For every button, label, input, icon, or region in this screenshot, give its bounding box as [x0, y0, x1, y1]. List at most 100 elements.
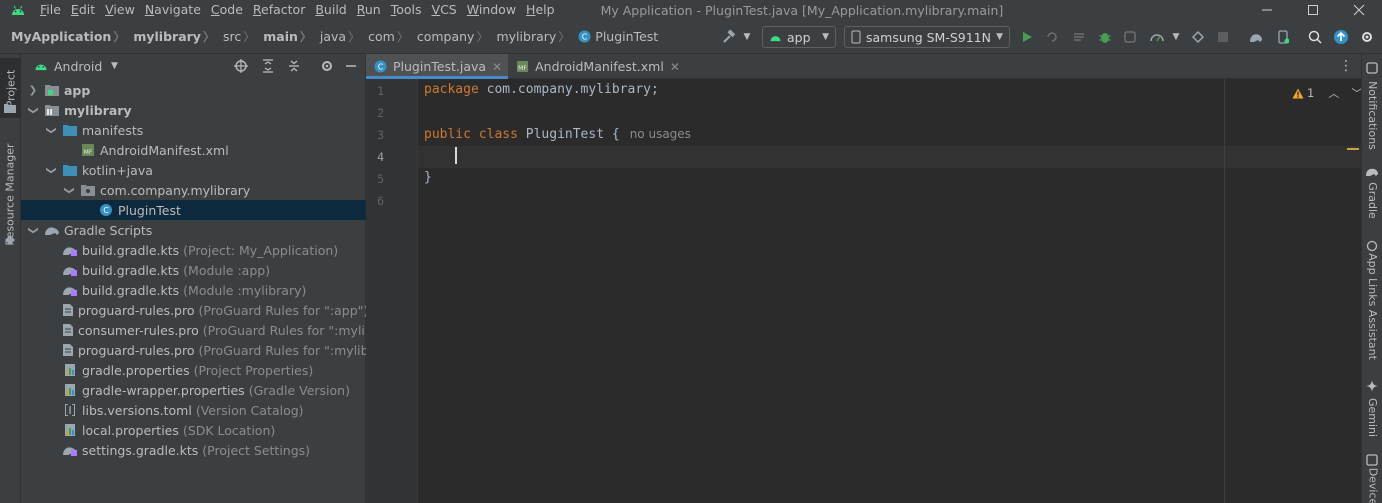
- tree-node-toml-file[interactable]: libs.versions.toml (Version Catalog): [21, 400, 366, 420]
- tree-node-mylibrary[interactable]: ❯ mylibrary: [21, 100, 366, 120]
- menu-edit[interactable]: Edit: [67, 0, 99, 20]
- close-tab-icon[interactable]: ✕: [492, 60, 502, 74]
- tool-tab-gemini-label: Gemini: [1366, 397, 1379, 437]
- tree-node-properties-file[interactable]: local.properties (SDK Location): [21, 420, 366, 440]
- tree-node-gradle-file[interactable]: build.gradle.kts (Module :mylibrary): [21, 280, 366, 300]
- tree-node-label: app: [64, 82, 91, 98]
- editor-tab-menu-icon[interactable]: ⋮: [1339, 58, 1353, 74]
- tab-label: AndroidManifest.xml: [535, 59, 664, 74]
- update-icon[interactable]: [1331, 27, 1351, 47]
- device-select[interactable]: samsung SM-S911N ▼: [844, 26, 1010, 48]
- svg-text:C: C: [378, 63, 384, 72]
- run-icon[interactable]: [1017, 27, 1037, 47]
- gemini-sparkle-icon[interactable]: [1366, 380, 1378, 395]
- tree-node-proguard-file[interactable]: proguard-rules.pro (ProGuard Rules for "…: [21, 300, 368, 320]
- tree-node-app[interactable]: ❯ app: [21, 80, 366, 100]
- debug-icon[interactable]: [1095, 27, 1115, 47]
- project-view-selector[interactable]: Android: [54, 59, 102, 74]
- tool-tab-gradle[interactable]: Gradle: [1362, 178, 1382, 222]
- close-tab-icon[interactable]: ✕: [670, 60, 680, 74]
- breadcrumb-mylibrary[interactable]: mylibrary 〉: [488, 28, 570, 45]
- more-run-options-icon[interactable]: ▼: [1166, 27, 1186, 47]
- breadcrumb-module[interactable]: mylibrary 〉: [125, 28, 215, 45]
- close-icon[interactable]: [1336, 0, 1382, 20]
- chevron-down-icon[interactable]: ▼: [111, 61, 118, 71]
- breadcrumb-java-label: java: [319, 29, 347, 44]
- search-icon[interactable]: [1305, 27, 1325, 47]
- tree-node-android-manifest[interactable]: MF AndroidManifest.xml: [21, 140, 366, 160]
- chevron-down-icon[interactable]: ❯: [28, 223, 39, 237]
- tree-node-manifests[interactable]: ❯ manifests: [21, 120, 366, 140]
- inspection-warning-widget[interactable]: 1 ︿ ﹀: [1292, 85, 1362, 101]
- tree-node-properties-file[interactable]: gradle.properties (Project Properties): [21, 360, 366, 380]
- tree-node-gradle-file[interactable]: build.gradle.kts (Module :app): [21, 260, 366, 280]
- tool-tab-device[interactable]: Device: [1362, 468, 1382, 503]
- attach-debugger-icon[interactable]: [1120, 27, 1140, 47]
- breadcrumb-src-label: src: [222, 29, 242, 44]
- breadcrumb-company[interactable]: company 〉: [409, 28, 489, 45]
- menu-run[interactable]: Run: [353, 0, 385, 20]
- tool-tab-gemini[interactable]: Gemini: [1362, 394, 1382, 440]
- breadcrumb-project[interactable]: MyApplication 〉: [0, 28, 125, 45]
- tree-node-label: build.gradle.kts: [82, 242, 180, 258]
- menu-build[interactable]: Build: [311, 0, 350, 20]
- tab-android-manifest[interactable]: MF AndroidManifest.xml ✕: [508, 54, 686, 79]
- breadcrumb-class[interactable]: C PluginTest: [570, 29, 658, 44]
- breadcrumb-src[interactable]: src 〉: [215, 28, 255, 45]
- profiler-icon[interactable]: [1147, 27, 1167, 47]
- usage-inlay-hint[interactable]: no usages: [630, 127, 691, 141]
- tool-tab-notifications[interactable]: Notifications: [1362, 76, 1382, 154]
- menu-vcs[interactable]: VCS: [428, 0, 461, 20]
- hammer-build-icon[interactable]: [719, 27, 739, 47]
- notifications-icon[interactable]: [1366, 62, 1378, 77]
- tree-node-package[interactable]: ❯ com.company.mylibrary: [21, 180, 366, 200]
- menu-window[interactable]: Window: [463, 0, 520, 20]
- gradle-sync-icon[interactable]: [1246, 27, 1266, 47]
- svg-text:MF: MF: [518, 65, 527, 72]
- run-config-select[interactable]: app ▼: [762, 26, 836, 48]
- chevron-down-icon[interactable]: ❯: [46, 163, 57, 177]
- breadcrumb-java[interactable]: java 〉: [312, 28, 360, 45]
- tree-node-gradle-file[interactable]: settings.gradle.kts (Project Settings): [21, 440, 366, 460]
- menu-navigate[interactable]: Navigate: [141, 0, 205, 20]
- tree-node-plugintest[interactable]: C PluginTest: [21, 200, 366, 220]
- stop-icon[interactable]: [1213, 27, 1233, 47]
- apply-code-changes-icon[interactable]: [1069, 27, 1089, 47]
- tree-node-proguard-file[interactable]: proguard-rules.pro (ProGuard Rules for "…: [21, 340, 405, 360]
- menu-help[interactable]: Help: [522, 0, 559, 20]
- menu-file[interactable]: File: [36, 0, 65, 20]
- previous-highlight-icon[interactable]: ︿: [1328, 85, 1339, 101]
- maximize-icon[interactable]: [1290, 0, 1336, 20]
- breadcrumb-com[interactable]: com 〉: [360, 28, 409, 45]
- chevron-down-icon[interactable]: ❯: [28, 103, 39, 117]
- device-mirror-icon[interactable]: [1366, 454, 1378, 469]
- menu-refactor[interactable]: Refactor: [249, 0, 309, 20]
- expand-all-icon[interactable]: [261, 59, 275, 76]
- build-dropdown-icon[interactable]: ▼: [737, 27, 757, 47]
- minimize-icon[interactable]: [1244, 0, 1290, 20]
- device-manager-icon[interactable]: [1273, 27, 1293, 47]
- sync-icon[interactable]: [1188, 27, 1208, 47]
- hide-panel-icon[interactable]: [345, 59, 357, 76]
- breadcrumb-main[interactable]: main 〉: [255, 28, 312, 45]
- locate-file-icon[interactable]: [234, 59, 248, 76]
- chevron-right-icon[interactable]: ❯: [26, 85, 40, 96]
- tree-node-gradle-scripts[interactable]: ❯ Gradle Scripts: [21, 220, 366, 240]
- tab-plugintest-java[interactable]: C PluginTest.java ✕: [366, 54, 509, 79]
- menu-code[interactable]: Code: [207, 0, 247, 20]
- tree-node-kotlin-java[interactable]: ❯ kotlin+java: [21, 160, 366, 180]
- tool-tab-app-links-assistant[interactable]: App Links Assistant: [1362, 253, 1382, 360]
- settings-gear-icon[interactable]: [1357, 27, 1377, 47]
- chevron-down-icon[interactable]: ❯: [64, 183, 75, 197]
- gear-icon[interactable]: [320, 59, 334, 76]
- menu-view[interactable]: View: [101, 0, 139, 20]
- apply-changes-icon[interactable]: [1042, 27, 1062, 47]
- chevron-down-icon[interactable]: ❯: [46, 123, 57, 137]
- menu-tools[interactable]: Tools: [387, 0, 426, 20]
- tree-node-gradle-file[interactable]: build.gradle.kts (Project: My_Applicatio…: [21, 240, 366, 260]
- tree-node-properties-file[interactable]: gradle-wrapper.properties (Gradle Versio…: [21, 380, 366, 400]
- tree-node-consumer-rules[interactable]: consumer-rules.pro (ProGuard Rules for "…: [21, 320, 409, 340]
- scrollbar-warning-marker[interactable]: [1347, 148, 1359, 150]
- collapse-all-icon[interactable]: [287, 59, 301, 76]
- code-editor[interactable]: package com.company.mylibrary; public cl…: [419, 79, 1361, 503]
